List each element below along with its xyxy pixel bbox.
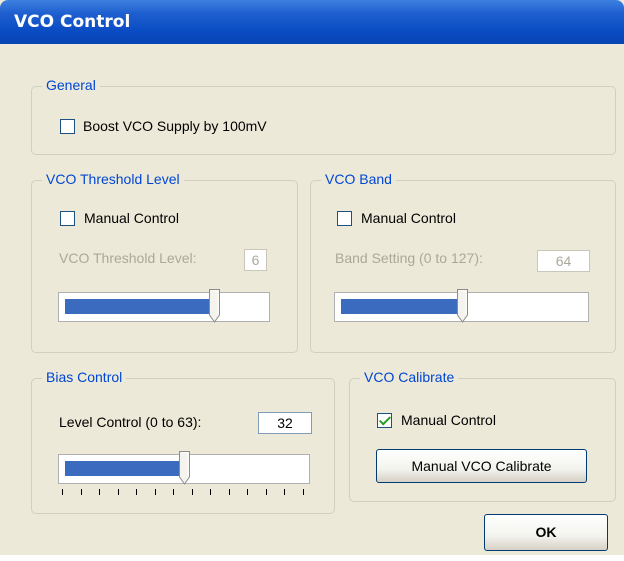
band-setting-field[interactable]: 64 [537, 250, 590, 272]
band-slider[interactable] [334, 289, 589, 323]
boost-label: Boost VCO Supply by 100mV [83, 118, 267, 134]
bias-slider-thumb[interactable] [179, 451, 190, 485]
bias-slider-tick [284, 489, 285, 495]
bias-slider-fill [65, 461, 184, 476]
bias-slider-tick [247, 489, 248, 495]
boost-checkbox[interactable] [60, 119, 75, 134]
general-legend: General [42, 77, 100, 93]
ok-button[interactable]: OK [484, 514, 608, 551]
bias-slider-tick [266, 489, 267, 495]
window-bottom-edge [0, 555, 624, 561]
bias-slider-tick [173, 489, 174, 495]
bias-legend: Bias Control [42, 369, 127, 385]
bias-slider-tick [210, 489, 211, 495]
bias-slider-tick [81, 489, 82, 495]
bias-slider-ticks [62, 487, 304, 497]
threshold-slider[interactable] [58, 289, 270, 323]
band-manual-label: Manual Control [361, 210, 456, 226]
calibrate-manual-checkbox[interactable] [377, 413, 392, 428]
calibrate-manual-label: Manual Control [401, 412, 496, 428]
band-slider-fill [341, 299, 462, 314]
bias-level-field[interactable]: 32 [258, 412, 312, 434]
calibrate-legend: VCO Calibrate [360, 369, 459, 385]
threshold-level-label: VCO Threshold Level: [59, 250, 197, 266]
bias-slider-tick [303, 489, 304, 495]
bias-slider-tick [136, 489, 137, 495]
band-manual-checkbox[interactable] [337, 211, 352, 226]
manual-vco-calibrate-button[interactable]: Manual VCO Calibrate [376, 449, 587, 483]
band-legend: VCO Band [321, 171, 396, 187]
vco-control-dialog: VCO Control General Boost VCO Supply by … [0, 0, 624, 561]
window-title: VCO Control [14, 12, 131, 32]
threshold-slider-fill [65, 299, 214, 314]
threshold-manual-checkbox[interactable] [60, 211, 75, 226]
bias-slider-tick [229, 489, 230, 495]
threshold-legend: VCO Threshold Level [42, 171, 184, 187]
threshold-manual-label: Manual Control [84, 210, 179, 226]
bias-slider-tick [62, 489, 63, 495]
threshold-slider-thumb[interactable] [209, 289, 220, 323]
calibrate-group: VCO Calibrate [349, 369, 616, 502]
bias-slider-tick [155, 489, 156, 495]
bias-slider-tick [99, 489, 100, 495]
bias-level-label: Level Control (0 to 63): [59, 414, 202, 430]
title-bar[interactable]: VCO Control [0, 0, 624, 44]
band-setting-label: Band Setting (0 to 127): [335, 250, 483, 266]
bias-slider-tick [118, 489, 119, 495]
band-slider-thumb[interactable] [457, 289, 468, 323]
bias-slider-tick [192, 489, 193, 495]
bias-slider[interactable] [58, 451, 310, 485]
threshold-level-field[interactable]: 6 [244, 249, 267, 271]
